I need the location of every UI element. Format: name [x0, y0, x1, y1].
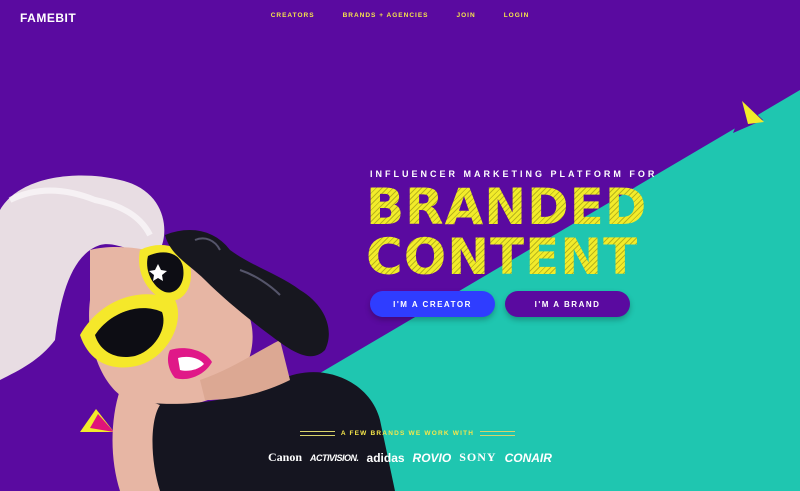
brands-section-header: A FEW BRANDS WE WORK WITH: [300, 430, 516, 437]
nav-item-join[interactable]: JOIN: [443, 12, 490, 19]
brand-button[interactable]: I'M A BRAND: [505, 291, 630, 317]
nav-item-creators[interactable]: CREATORS: [257, 12, 329, 19]
nav-menu: CREATORS BRANDS + AGENCIES JOIN LOGIN: [0, 12, 800, 19]
brand-logos: Canon ACTIVISION. adidas ROVIO SONY CONA…: [268, 450, 552, 465]
nav-item-login[interactable]: LOGIN: [490, 12, 544, 19]
adidas-logo: adidas: [366, 450, 405, 465]
divider-left: [300, 431, 335, 436]
canon-logo: Canon: [268, 450, 303, 464]
headline-line-content: CONTENT: [366, 232, 647, 282]
divider-right: [480, 431, 516, 436]
top-navigation: FAMEBIT CREATORS BRANDS + AGENCIES JOIN …: [0, 0, 800, 34]
nav-item-brands-agencies[interactable]: BRANDS + AGENCIES: [329, 12, 443, 19]
brands-title: A FEW BRANDS WE WORK WITH: [340, 430, 475, 437]
creator-button[interactable]: I'M A CREATOR: [370, 291, 495, 317]
conair-logo: CONAIR: [504, 450, 552, 465]
rovio-logo: ROVIO: [412, 450, 452, 465]
headline-line-branded: BRANDED: [366, 178, 648, 236]
activision-logo: ACTIVISION.: [310, 452, 359, 463]
sony-logo: SONY: [459, 450, 497, 464]
hero-headline: BRANDED CONTENT: [366, 182, 647, 282]
